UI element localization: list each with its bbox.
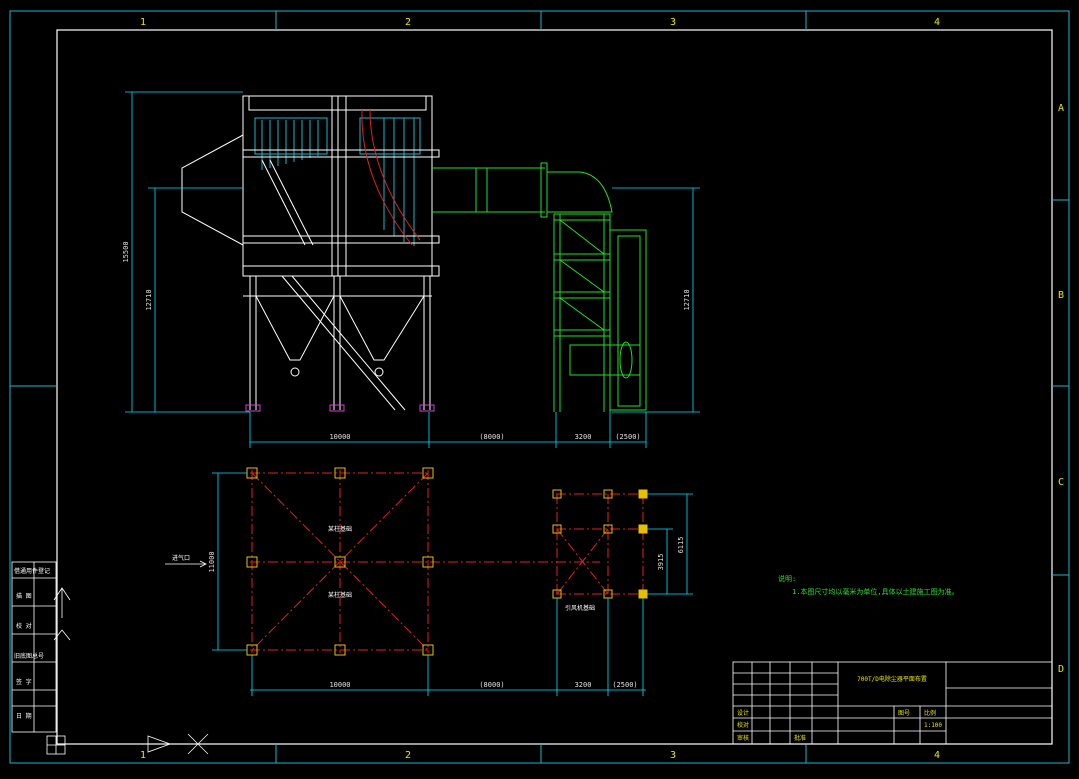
elev-dim-2500: (2500) — [615, 433, 640, 441]
elev-dim-8000: (8000) — [479, 433, 504, 441]
plan-dim-10000: 10000 — [329, 681, 350, 689]
elev-dim-3200: 3200 — [575, 433, 592, 441]
drawing-frame — [9, 10, 1070, 764]
col-label-bottom-4: 4 — [934, 750, 940, 761]
col-label-top-3: 3 — [670, 17, 676, 28]
plan-dim-8000: (8000) — [479, 681, 504, 689]
col-label-top-4: 4 — [934, 17, 940, 28]
column-label-2: 某柱基础 — [328, 591, 352, 599]
fan-support-structure — [553, 213, 647, 412]
plan-dim-11000: 11000 — [208, 551, 216, 572]
row-label-c: C — [1058, 477, 1064, 488]
plan-dim-2500: (2500) — [612, 681, 637, 689]
title-block-scale: 1:100 — [924, 722, 942, 729]
column-label-1: 某柱基础 — [328, 525, 352, 533]
elev-dim-12710-left: 12710 — [145, 289, 153, 310]
notes-title: 说明: — [778, 574, 796, 583]
notes-line-1: 1.本图尺寸均以毫米为单位,具体以土建施工图为准。 — [792, 587, 959, 596]
elev-dim-15500: 15500 — [122, 241, 130, 262]
side-panel-label-3: 校 对 — [16, 622, 32, 630]
col-label-bottom-3: 3 — [670, 750, 676, 761]
cad-drawing: 1 2 3 4 1 2 3 4 A B C D 15500 12710 1271… — [9, 10, 1070, 764]
title-block-title: 700T/D电除尘器平面布置 — [857, 675, 927, 683]
title-block-cell-3: 审核 — [737, 734, 749, 742]
plan-view — [246, 467, 648, 656]
side-panel-label-5: 签 字 — [16, 678, 32, 686]
plan-labels: 进气口 某柱基础 某柱基础 引风机基础 — [165, 525, 595, 612]
inlet-label: 进气口 — [172, 554, 190, 562]
title-block-cell-6: 比例 — [924, 709, 936, 717]
col-label-top-2: 2 — [405, 17, 411, 28]
side-panel-label-4: 旧底图总号 — [14, 652, 44, 660]
elevation-dimensions — [125, 91, 700, 448]
zone-labels: 1 2 3 4 1 2 3 4 A B C D — [140, 17, 1064, 761]
elev-dim-10000: 10000 — [329, 433, 350, 441]
title-block-cell-4: 批准 — [794, 734, 806, 742]
side-panel-label-1: 借通用件登记 — [14, 567, 50, 575]
plan-dim-3200: 3200 — [575, 681, 592, 689]
plan-dim-6115: 6115 — [677, 537, 685, 554]
elev-dim-12710-right: 12710 — [683, 289, 691, 310]
title-block-cell-1: 设计 — [737, 709, 749, 717]
title-block — [732, 661, 1053, 745]
title-block-cell-2: 校对 — [737, 721, 749, 729]
row-label-b: B — [1058, 290, 1064, 301]
elevation-view — [181, 95, 647, 412]
plan-centerlines — [250, 470, 644, 653]
plan-dim-3915: 3915 — [657, 554, 665, 571]
plan-dimensions — [212, 472, 693, 696]
col-label-bottom-2: 2 — [405, 750, 411, 761]
row-label-d: D — [1058, 664, 1064, 675]
orientation-symbols — [46, 587, 209, 755]
side-panel-label-2: 描 图 — [16, 592, 32, 600]
row-label-a: A — [1058, 103, 1064, 114]
col-label-top-1: 1 — [140, 17, 146, 28]
fan-label: 引风机基础 — [565, 604, 595, 612]
side-panel — [11, 561, 57, 733]
col-label-bottom-1: 1 — [140, 750, 146, 761]
notes: 说明: 1.本图尺寸均以毫米为单位,具体以土建施工图为准。 — [778, 574, 959, 596]
side-panel-label-6: 日 期 — [16, 712, 32, 720]
title-block-cell-5: 图号 — [898, 710, 910, 717]
